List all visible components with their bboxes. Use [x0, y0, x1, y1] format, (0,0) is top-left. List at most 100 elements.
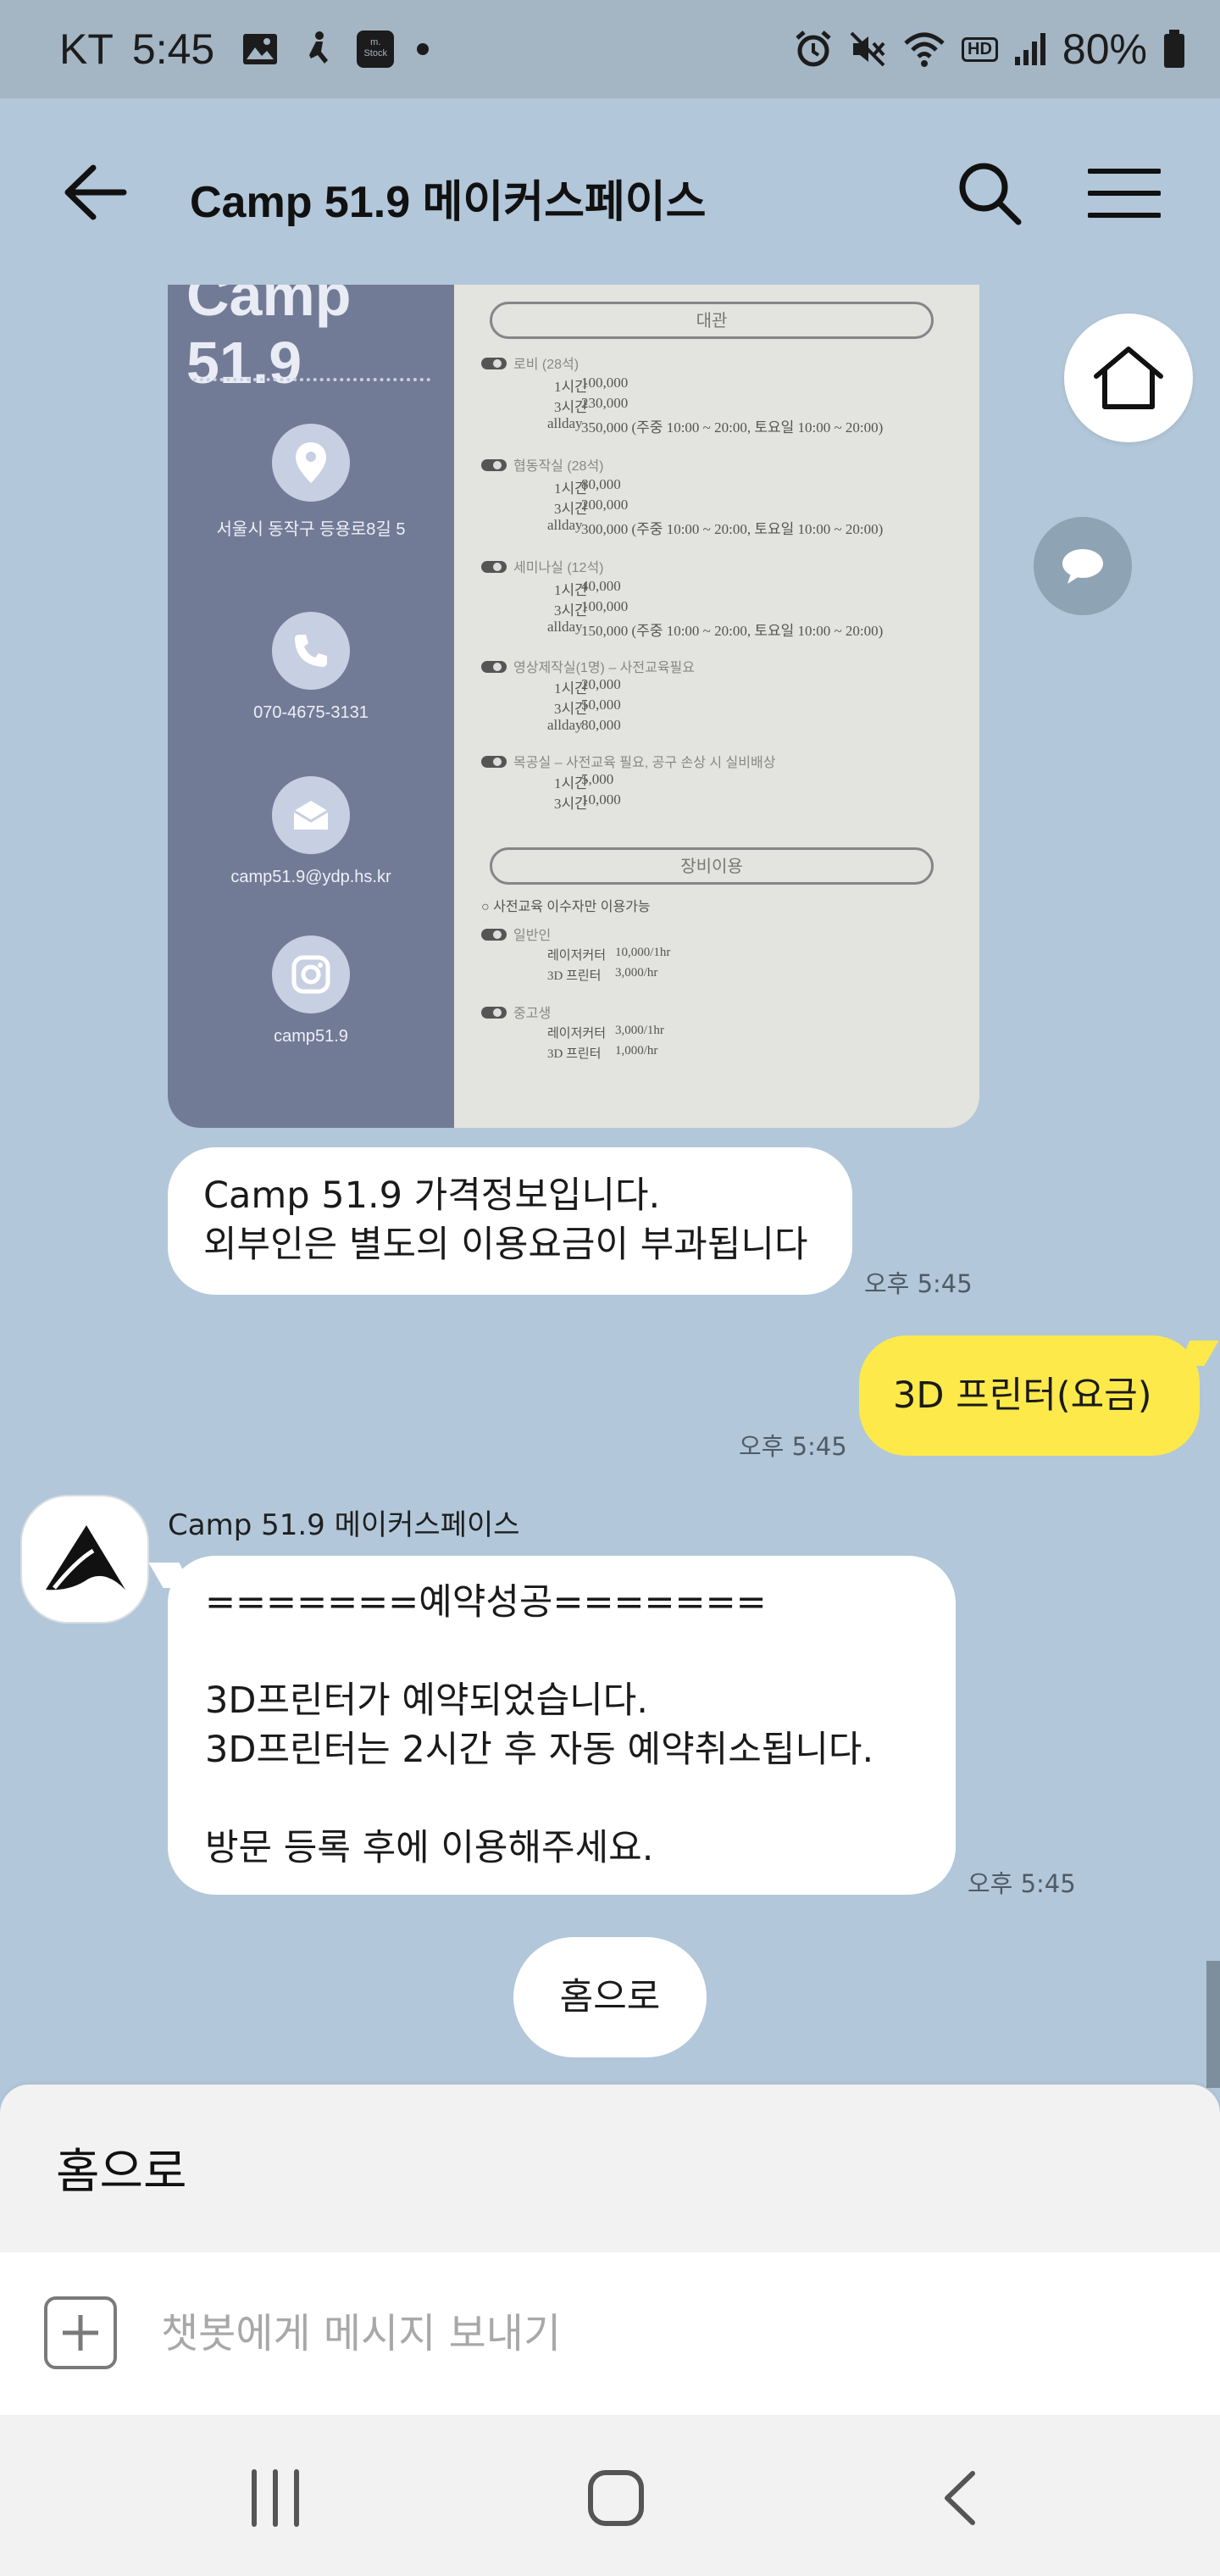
status-time: 5:45	[131, 25, 215, 73]
home-icon	[1094, 347, 1163, 409]
image-price-panel: 대관 로비 (28석) 1시간 100,000 3시간 230,000 alld…	[454, 285, 979, 1128]
price-value: 40,000	[581, 578, 621, 594]
home-nav-icon	[588, 2470, 644, 2526]
stock-label: Stock	[363, 48, 387, 58]
signal-icon	[1014, 33, 1045, 65]
dot-icon	[417, 43, 430, 55]
bot-menu-panel: 홈으로	[0, 2085, 1220, 2252]
message-timestamp: 오후 5:45	[739, 1432, 847, 1461]
status-bar: KT 5:45 m. Stock HD 80%	[0, 0, 1220, 98]
equipment-label: 3D 프린터	[547, 1047, 602, 1061]
scrollbar[interactable]	[1206, 1961, 1220, 2088]
message-timestamp: 오후 5:45	[968, 1869, 1076, 1898]
price-value: 350,000 (주중 10:00 ~ 20:00, 토요일 10:00 ~ 2…	[581, 419, 884, 436]
menu-button[interactable]	[1087, 166, 1162, 220]
toggle-icon	[481, 661, 507, 673]
email-text: camp51.9@ydp.hs.kr	[230, 868, 391, 886]
bot-message-reservation: =======예약성공======= 3D프린터가 예약되었습니다. 3D프린터…	[168, 1556, 956, 1895]
user-message: 3D 프린터(요금)	[859, 1335, 1200, 1456]
price-value: 230,000	[581, 395, 629, 411]
attach-button[interactable]	[44, 2296, 117, 2369]
image-divider	[193, 378, 430, 381]
plus-icon	[63, 2315, 98, 2351]
hd-icon: HD	[962, 36, 998, 62]
home-nav-button[interactable]	[578, 2464, 654, 2532]
price-value: 150,000 (주중 10:00 ~ 20:00, 토요일 10:00 ~ 2…	[581, 623, 884, 639]
price-label: allday	[547, 619, 583, 635]
email-block: camp51.9@ydp.hs.kr	[168, 776, 454, 887]
battery-icon	[1164, 30, 1184, 68]
stock-app-icon: m. Stock	[357, 31, 395, 68]
toggle-icon	[481, 1007, 507, 1019]
back-button[interactable]	[59, 163, 129, 222]
gallery-icon	[243, 34, 278, 64]
alarm-icon	[796, 31, 831, 67]
toggle-icon	[481, 756, 507, 768]
mail-icon	[272, 776, 350, 854]
equipment-header: 장비이용	[490, 847, 934, 885]
equipment-label: 3D 프린터	[547, 969, 602, 983]
notification-icons: m. Stock	[241, 30, 430, 69]
price-value: 200,000	[581, 497, 629, 513]
equipment-note: ○ 사전교육 이수자만 이용가능	[481, 900, 651, 914]
price-value: 100,000	[581, 375, 629, 391]
image-contact-panel: Camp 51.9 서울시 동작구 등용로8길 5 070-4675-3131 …	[168, 285, 454, 1128]
message-input-bar	[0, 2252, 1220, 2415]
price-label: allday	[547, 415, 583, 431]
price-value: 10,000	[581, 791, 621, 808]
hamburger-menu-icon	[1087, 169, 1162, 218]
price-value: 80,000	[581, 717, 621, 733]
phone-icon	[272, 612, 350, 690]
toggle-icon	[481, 358, 507, 369]
search-button[interactable]	[956, 159, 1023, 227]
wifi-icon	[904, 32, 945, 67]
room-name: 영상제작실(1명) – 사전교육필요	[513, 661, 695, 675]
room-name: 협동작실 (28석)	[513, 459, 604, 474]
price-value: 50,000	[581, 697, 621, 713]
equipment-group-name: 일반인	[513, 929, 552, 943]
equipment-price: 3,000/hr	[615, 966, 658, 980]
page-title: Camp 51.9 메이커스페이스	[190, 178, 707, 227]
toggle-icon	[481, 929, 507, 941]
address-text: 서울시 동작구 등용로8길 5	[216, 520, 406, 539]
arrow-left-icon	[64, 164, 127, 220]
instagram-block: camp51.9	[168, 935, 454, 1046]
recent-apps-icon	[252, 2469, 299, 2527]
instagram-text: camp51.9	[274, 1027, 348, 1046]
chat-bubble-icon	[1062, 549, 1103, 584]
message-timestamp: 오후 5:45	[864, 1269, 973, 1298]
price-info-image[interactable]: Camp 51.9 서울시 동작구 등용로8길 5 070-4675-3131 …	[168, 285, 979, 1128]
equipment-label: 레이저커터	[547, 1027, 607, 1041]
equipment-price: 3,000/1hr	[615, 1024, 664, 1037]
floating-chat-button[interactable]	[1034, 517, 1132, 615]
bot-message-price-info: Camp 51.9 가격정보입니다. 외부인은 별도의 이용요금이 부과됩니다	[168, 1147, 852, 1295]
message-input[interactable]	[161, 2291, 1161, 2376]
back-nav-button[interactable]	[922, 2464, 998, 2532]
chevron-left-icon	[945, 2471, 975, 2525]
battery-percent: 80%	[1062, 25, 1147, 73]
mute-icon	[850, 31, 885, 67]
room-name: 세미나실 (12석)	[513, 561, 604, 575]
toggle-icon	[481, 459, 507, 471]
phone-text: 070-4675-3131	[253, 703, 369, 722]
accessibility-icon	[309, 31, 329, 64]
recent-apps-button[interactable]	[237, 2464, 313, 2532]
price-label: allday	[547, 517, 583, 533]
price-value: 300,000 (주중 10:00 ~ 20:00, 토요일 10:00 ~ 2…	[581, 521, 884, 537]
system-nav-bar	[0, 2415, 1220, 2576]
toggle-icon	[481, 561, 507, 573]
floating-home-button[interactable]	[1064, 314, 1193, 442]
room-name: 목공실 – 사전교육 필요, 공구 손상 시 실비배상	[513, 756, 776, 770]
search-icon	[959, 163, 1022, 225]
system-icons: HD 80%	[794, 25, 1186, 74]
menu-home-button[interactable]: 홈으로	[56, 2134, 187, 2202]
instagram-icon	[272, 935, 350, 1013]
price-value: 5,000	[581, 771, 614, 787]
bot-logo-icon	[46, 1525, 125, 1591]
price-value: 80,000	[581, 476, 621, 492]
bot-avatar[interactable]	[20, 1495, 149, 1624]
location-pin-icon	[272, 424, 350, 502]
equipment-label: 레이저커터	[547, 949, 607, 963]
quick-reply-home-button[interactable]: 홈으로	[513, 1937, 707, 2057]
chat-header: Camp 51.9 메이커스페이스	[0, 98, 1220, 283]
